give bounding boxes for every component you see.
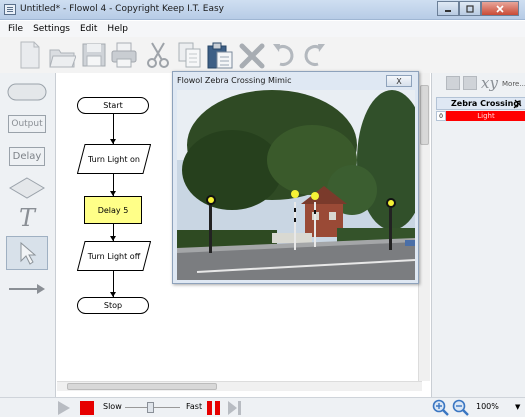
- vertical-scrollbar[interactable]: [418, 73, 430, 381]
- pause-icon[interactable]: [207, 401, 221, 415]
- output-index: 0: [436, 111, 446, 121]
- more-button[interactable]: More...: [502, 80, 525, 88]
- rounded-rect-icon: [7, 83, 47, 101]
- cut-icon[interactable]: [144, 40, 172, 70]
- speed-fast-label: Fast: [186, 402, 203, 411]
- horizontal-scroll-thumb[interactable]: [67, 383, 217, 390]
- save-icon[interactable]: [80, 40, 108, 70]
- output-light-indicator[interactable]: Light: [446, 111, 525, 121]
- flow-output-node-on[interactable]: Turn Light on: [77, 144, 151, 174]
- mimic-panel-header: Zebra Crossing: [436, 97, 525, 110]
- copy-icon[interactable]: [176, 40, 204, 70]
- palette-output-tool[interactable]: Output: [6, 109, 48, 139]
- output-row[interactable]: 0 Light: [436, 111, 525, 121]
- new-file-icon[interactable]: [16, 40, 44, 70]
- palette-delay-tool[interactable]: Delay: [6, 141, 48, 171]
- flow-delay-node[interactable]: Delay 5: [84, 196, 142, 224]
- symbol-palette: Output Delay T: [0, 73, 56, 397]
- close-icon: X: [396, 76, 402, 86]
- pin-icon[interactable]: [513, 99, 522, 109]
- zoom-in-icon[interactable]: [432, 399, 450, 417]
- palette-decision-tool[interactable]: [6, 173, 48, 203]
- zoom-level[interactable]: 100%: [476, 402, 499, 411]
- zoom-dropdown-icon[interactable]: ▼: [515, 403, 520, 411]
- menu-edit[interactable]: Edit: [80, 24, 97, 34]
- zebra-crossing-photo: [177, 90, 415, 280]
- mimic-window[interactable]: Flowol Zebra Crossing Mimic X: [172, 71, 419, 284]
- light-on-label: Turn Light on: [88, 154, 140, 164]
- vertical-scroll-thumb[interactable]: [420, 85, 429, 145]
- toolbar: [0, 37, 525, 73]
- maximize-button[interactable]: [459, 1, 481, 16]
- step-icon[interactable]: [228, 401, 242, 415]
- open-folder-icon[interactable]: [48, 40, 76, 70]
- speed-slow-label: Slow: [103, 402, 122, 411]
- flow-output-node-off[interactable]: Turn Light off: [77, 241, 151, 271]
- text-tool-icon: T: [18, 204, 35, 232]
- delete-icon[interactable]: [238, 40, 266, 70]
- zoom-out-icon[interactable]: [452, 399, 470, 417]
- stop-icon[interactable]: [80, 401, 94, 415]
- pointer-arrow-icon: [20, 241, 37, 265]
- palette-terminal-tool[interactable]: [6, 77, 48, 107]
- redo-icon[interactable]: [300, 40, 328, 70]
- mimic-window-title: Flowol Zebra Crossing Mimic: [177, 76, 292, 85]
- palette-text-tool[interactable]: T: [6, 203, 48, 233]
- palette-connector-tool[interactable]: [6, 274, 48, 304]
- print-icon[interactable]: [110, 40, 138, 70]
- menu-file[interactable]: File: [8, 24, 23, 34]
- palette-output-label: Output: [8, 115, 46, 133]
- delay-label: Delay 5: [97, 205, 129, 215]
- light-off-label: Turn Light off: [87, 251, 141, 261]
- panel-tool-button[interactable]: [463, 76, 477, 90]
- mimic-close-button[interactable]: X: [386, 75, 412, 87]
- mimic-panel-title: Zebra Crossing: [451, 99, 520, 108]
- speed-slider-thumb[interactable]: [147, 402, 154, 413]
- run-control-bar: Slow Fast 100% ▼: [0, 397, 525, 417]
- close-icon: [496, 4, 504, 13]
- connector-arrow-icon: [9, 284, 45, 294]
- maximize-icon: [466, 4, 474, 13]
- panel-tool-button[interactable]: [446, 76, 460, 90]
- window-controls: [437, 1, 519, 17]
- palette-select-tool[interactable]: [6, 236, 48, 270]
- diamond-icon: [9, 177, 45, 199]
- menu-settings[interactable]: Settings: [33, 24, 70, 34]
- mimic-panel: xy More... Zebra Crossing 0 Light: [431, 73, 525, 397]
- menu-help[interactable]: Help: [107, 24, 128, 34]
- undo-icon[interactable]: [270, 40, 298, 70]
- app-icon: [4, 4, 16, 15]
- xy-icon[interactable]: xy: [481, 74, 498, 92]
- palette-delay-label: Delay: [8, 146, 46, 166]
- title-bar: Untitled* - Flowol 4 - Copyright Keep I.…: [0, 0, 525, 20]
- play-icon[interactable]: [58, 401, 70, 415]
- flow-stop-node[interactable]: Stop: [77, 297, 149, 314]
- stop-label: Stop: [103, 301, 123, 310]
- window-title: Untitled* - Flowol 4 - Copyright Keep I.…: [20, 4, 224, 14]
- flow-start-node[interactable]: Start: [77, 97, 149, 114]
- minimize-button[interactable]: [437, 1, 459, 16]
- menu-bar: File Settings Edit Help: [0, 21, 525, 37]
- horizontal-scrollbar[interactable]: [57, 381, 422, 391]
- minimize-icon: [445, 9, 451, 12]
- start-label: Start: [103, 101, 123, 110]
- paste-icon[interactable]: [206, 40, 234, 70]
- close-button[interactable]: [481, 1, 519, 16]
- mimic-panel-toolbar: xy More...: [432, 73, 525, 95]
